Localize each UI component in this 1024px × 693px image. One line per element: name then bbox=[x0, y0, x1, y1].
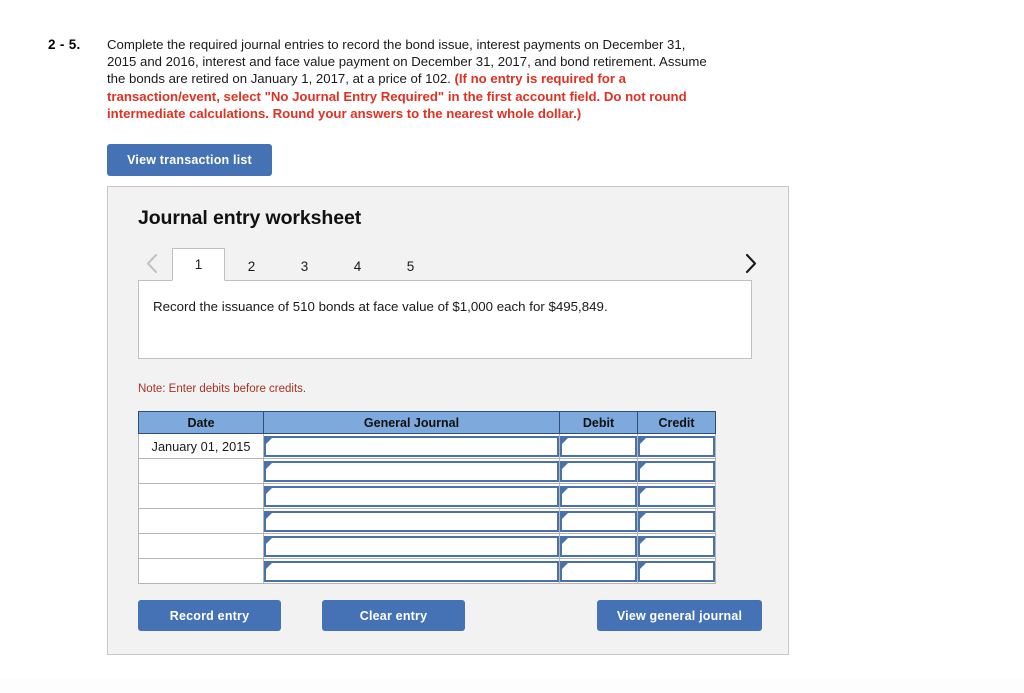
debit-cell[interactable] bbox=[559, 558, 638, 584]
question-number: 2 - 5. bbox=[48, 37, 81, 52]
transaction-description-box: Record the issuance of 510 bonds at face… bbox=[138, 280, 752, 359]
chevron-right-icon[interactable] bbox=[736, 248, 764, 279]
tab-1[interactable]: 1 bbox=[172, 248, 225, 281]
general-journal-input[interactable] bbox=[264, 485, 559, 507]
table-row bbox=[138, 558, 716, 584]
credit-cell[interactable] bbox=[637, 558, 716, 584]
credit-cell[interactable] bbox=[637, 533, 716, 559]
record-entry-button[interactable]: Record entry bbox=[138, 600, 281, 631]
credit-cell[interactable] bbox=[637, 483, 716, 509]
tab-2[interactable]: 2 bbox=[225, 250, 278, 281]
tab-5-label: 5 bbox=[406, 258, 415, 274]
credit-cell[interactable] bbox=[637, 433, 716, 459]
credit-input[interactable] bbox=[638, 485, 715, 507]
view-transaction-list-button[interactable]: View transaction list bbox=[107, 144, 272, 176]
column-header-debit: Debit bbox=[559, 411, 638, 434]
tab-list: 1 2 3 4 5 bbox=[172, 248, 437, 281]
date-cell[interactable] bbox=[138, 483, 264, 509]
table-row: January 01, 2015 bbox=[138, 433, 716, 459]
credit-cell[interactable] bbox=[637, 458, 716, 484]
tab-2-label: 2 bbox=[247, 258, 256, 274]
date-cell[interactable] bbox=[138, 533, 264, 559]
debit-cell[interactable] bbox=[559, 458, 638, 484]
tab-3[interactable]: 3 bbox=[278, 250, 331, 281]
date-cell[interactable] bbox=[138, 558, 264, 584]
debit-cell[interactable] bbox=[559, 533, 638, 559]
journal-entry-table: Date General Journal Debit Credit Januar… bbox=[138, 411, 716, 584]
column-header-date: Date bbox=[138, 411, 264, 434]
clear-entry-button[interactable]: Clear entry bbox=[322, 600, 465, 631]
general-journal-input[interactable] bbox=[264, 435, 559, 457]
debit-input[interactable] bbox=[560, 435, 637, 457]
general-journal-cell[interactable] bbox=[263, 533, 560, 559]
debits-before-credits-note: Note: Enter debits before credits. bbox=[138, 383, 307, 395]
column-header-credit: Credit bbox=[637, 411, 716, 434]
credit-input[interactable] bbox=[638, 435, 715, 457]
debit-input[interactable] bbox=[560, 460, 637, 482]
column-header-general-journal: General Journal bbox=[263, 411, 560, 434]
credit-input[interactable] bbox=[638, 510, 715, 532]
debit-cell[interactable] bbox=[559, 483, 638, 509]
panel-title: Journal entry worksheet bbox=[138, 207, 362, 229]
debit-input[interactable] bbox=[560, 485, 637, 507]
tab-4-label: 4 bbox=[353, 258, 362, 274]
general-journal-input[interactable] bbox=[264, 560, 559, 582]
tab-5[interactable]: 5 bbox=[384, 250, 437, 281]
date-cell[interactable] bbox=[138, 458, 264, 484]
table-row bbox=[138, 458, 716, 484]
general-journal-input[interactable] bbox=[264, 535, 559, 557]
table-row bbox=[138, 483, 716, 509]
table-row bbox=[138, 533, 716, 559]
credit-input[interactable] bbox=[638, 560, 715, 582]
view-general-journal-button[interactable]: View general journal bbox=[597, 600, 762, 631]
debit-input[interactable] bbox=[560, 510, 637, 532]
general-journal-cell[interactable] bbox=[263, 433, 560, 459]
credit-input[interactable] bbox=[638, 535, 715, 557]
debit-cell[interactable] bbox=[559, 508, 638, 534]
question-text: Complete the required journal entries to… bbox=[107, 36, 707, 122]
general-journal-input[interactable] bbox=[264, 510, 559, 532]
table-row bbox=[138, 508, 716, 534]
tab-1-label: 1 bbox=[194, 257, 203, 272]
tab-3-label: 3 bbox=[300, 258, 309, 274]
date-cell[interactable]: January 01, 2015 bbox=[138, 433, 264, 459]
date-cell[interactable] bbox=[138, 508, 264, 534]
question-block: 2 - 5. Complete the required journal ent… bbox=[0, 36, 1024, 122]
general-journal-cell[interactable] bbox=[263, 483, 560, 509]
worksheet-tab-strip: 1 2 3 4 5 bbox=[138, 248, 760, 281]
debit-input[interactable] bbox=[560, 560, 637, 582]
credit-cell[interactable] bbox=[637, 508, 716, 534]
journal-entry-worksheet-panel: Journal entry worksheet 1 2 3 4 5 Record… bbox=[107, 186, 789, 655]
credit-input[interactable] bbox=[638, 460, 715, 482]
chevron-left-icon[interactable] bbox=[138, 248, 166, 279]
debit-cell[interactable] bbox=[559, 433, 638, 459]
page-bottom-strip bbox=[0, 678, 1024, 693]
debit-input[interactable] bbox=[560, 535, 637, 557]
general-journal-cell[interactable] bbox=[263, 558, 560, 584]
tab-4[interactable]: 4 bbox=[331, 250, 384, 281]
general-journal-input[interactable] bbox=[264, 460, 559, 482]
transaction-description-text: Record the issuance of 510 bonds at face… bbox=[153, 299, 608, 314]
general-journal-cell[interactable] bbox=[263, 458, 560, 484]
table-header-row: Date General Journal Debit Credit bbox=[138, 411, 716, 434]
general-journal-cell[interactable] bbox=[263, 508, 560, 534]
